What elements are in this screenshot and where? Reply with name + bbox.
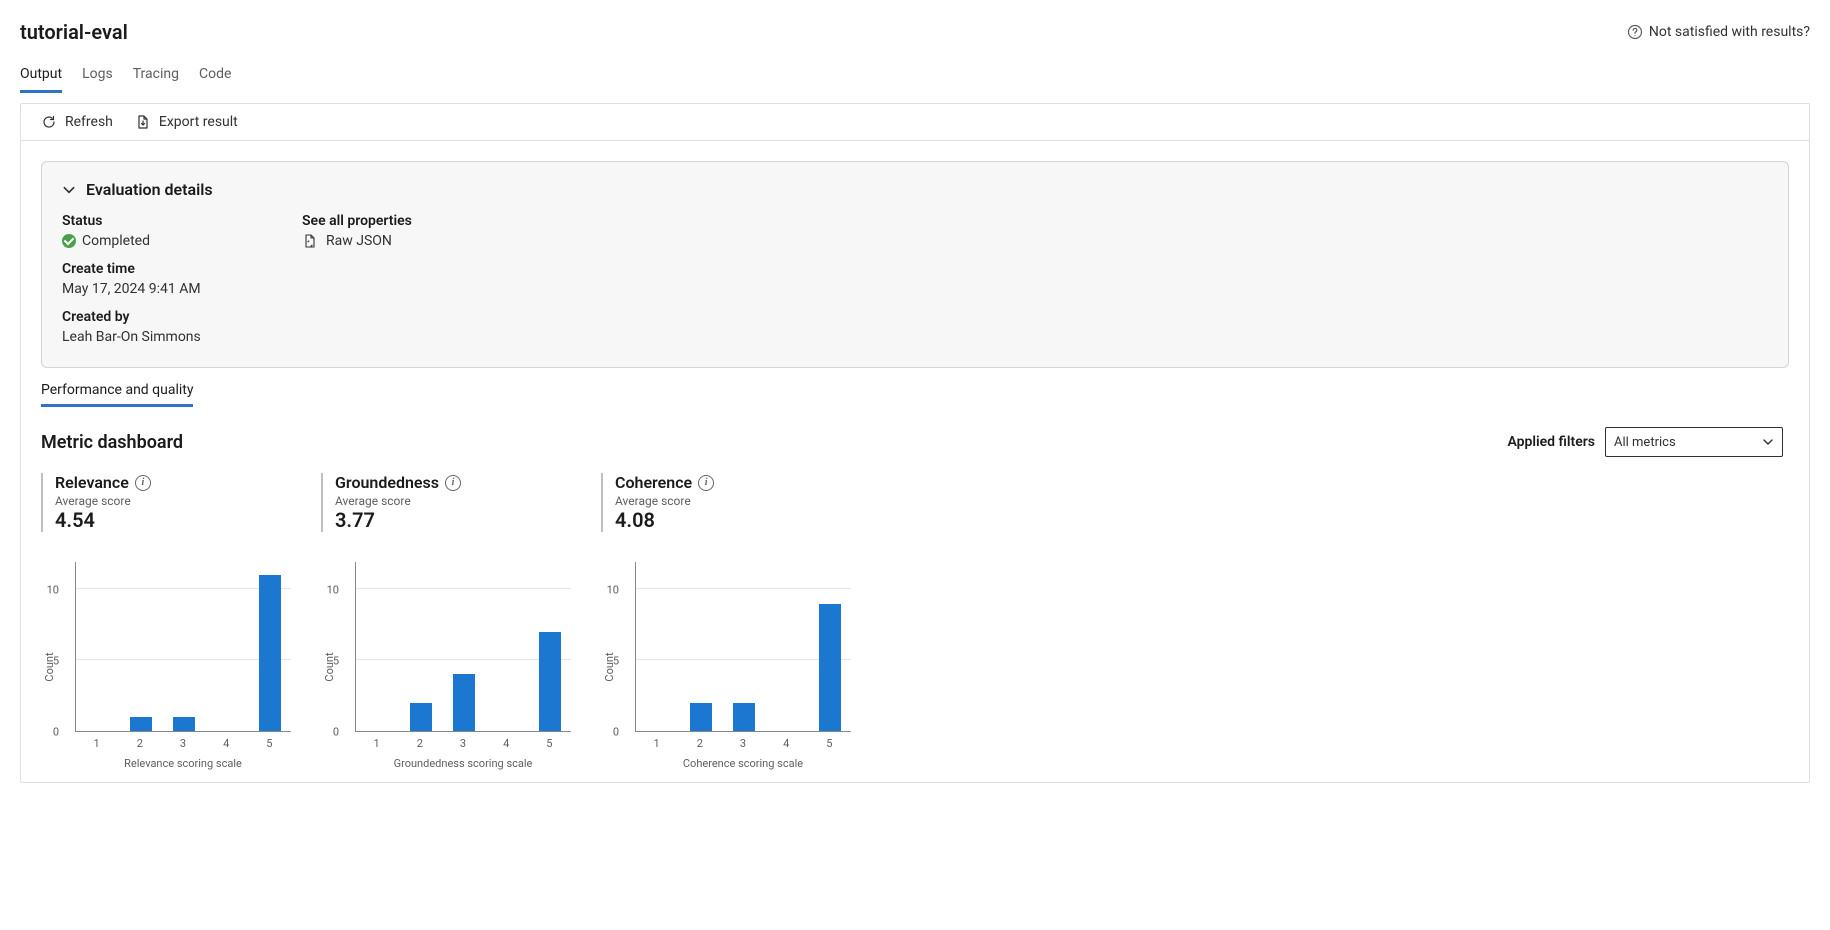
x-tick: 1 — [646, 737, 668, 750]
status-label: Status — [62, 213, 232, 229]
refresh-icon — [41, 114, 57, 130]
metric-avg-label-groundedness: Average score — [335, 494, 571, 508]
x-axis-label: Coherence scoring scale — [635, 757, 851, 770]
feedback-link[interactable]: Not satisfied with results? — [1627, 24, 1810, 40]
bar — [173, 717, 195, 731]
x-tick: 5 — [818, 737, 840, 750]
status-value: Completed — [82, 233, 150, 249]
metric-avg-value-relevance: 4.54 — [55, 508, 291, 532]
y-tick: 0 — [333, 726, 339, 739]
metrics-row: RelevanceAverage score4.54Count051012345… — [41, 473, 1789, 782]
created-by-label: Created by — [62, 309, 232, 325]
refresh-label: Refresh — [65, 114, 113, 130]
x-tick: 3 — [732, 737, 754, 750]
feedback-label: Not satisfied with results? — [1649, 24, 1810, 40]
metric-title-groundedness: Groundedness — [335, 473, 439, 492]
x-tick: 1 — [86, 737, 108, 750]
x-tick: 3 — [452, 737, 474, 750]
x-tick: 5 — [258, 737, 280, 750]
y-tick: 10 — [47, 584, 59, 597]
bar — [130, 717, 152, 731]
tab-output[interactable]: Output — [20, 62, 62, 93]
y-tick: 5 — [333, 655, 339, 668]
y-tick: 5 — [53, 655, 59, 668]
metrics-filter-select[interactable]: All metrics — [1605, 427, 1783, 457]
bar — [690, 703, 712, 731]
y-tick: 5 — [613, 655, 619, 668]
refresh-button[interactable]: Refresh — [41, 110, 113, 134]
export-icon — [135, 114, 151, 130]
bar — [733, 703, 755, 731]
evaluation-details-title: Evaluation details — [86, 180, 213, 199]
metric-avg-label-relevance: Average score — [55, 494, 291, 508]
chart-coherence: Count051012345Coherence scoring scale — [601, 562, 851, 772]
y-tick: 10 — [607, 584, 619, 597]
chart-relevance: Count051012345Relevance scoring scale — [41, 562, 291, 772]
x-tick: 5 — [538, 737, 560, 750]
create-time-label: Create time — [62, 261, 232, 277]
raw-json-link[interactable]: Raw JSON — [302, 233, 472, 249]
metrics-filter-value: All metrics — [1614, 435, 1676, 450]
tab-logs[interactable]: Logs — [82, 62, 113, 93]
x-tick: 4 — [775, 737, 797, 750]
tab-tracing[interactable]: Tracing — [133, 62, 179, 93]
page-title: tutorial-eval — [20, 20, 128, 44]
x-tick: 4 — [495, 737, 517, 750]
x-axis-label: Groundedness scoring scale — [355, 757, 571, 770]
bar — [453, 674, 475, 731]
created-by-value: Leah Bar-On Simmons — [62, 329, 232, 345]
chart-groundedness: Count051012345Groundedness scoring scale — [321, 562, 571, 772]
chevron-down-icon — [62, 183, 76, 197]
toolbar: Refresh Export result — [21, 104, 1809, 141]
raw-json-label: Raw JSON — [326, 233, 392, 249]
metric-title-relevance: Relevance — [55, 473, 129, 492]
bar — [259, 575, 281, 731]
x-tick: 2 — [409, 737, 431, 750]
y-tick: 0 — [613, 726, 619, 739]
properties-label: See all properties — [302, 213, 472, 229]
metric-card-relevance: RelevanceAverage score4.54Count051012345… — [41, 473, 291, 772]
export-button[interactable]: Export result — [135, 110, 238, 134]
chevron-down-icon — [1762, 436, 1774, 448]
metric-title-coherence: Coherence — [615, 473, 692, 492]
applied-filters-label: Applied filters — [1507, 434, 1595, 450]
metric-avg-label-coherence: Average score — [615, 494, 851, 508]
metric-avg-value-groundedness: 3.77 — [335, 508, 571, 532]
tab-bar: Output Logs Tracing Code — [20, 62, 1810, 93]
bar — [410, 703, 432, 731]
export-label: Export result — [159, 114, 238, 130]
metric-dashboard-title: Metric dashboard — [41, 432, 183, 453]
x-tick: 4 — [215, 737, 237, 750]
x-tick: 3 — [172, 737, 194, 750]
evaluation-details-toggle[interactable]: Evaluation details — [62, 180, 1768, 199]
help-icon — [1627, 24, 1643, 40]
metric-card-groundedness: GroundednessAverage score3.77Count051012… — [321, 473, 571, 772]
subtab-performance-quality[interactable]: Performance and quality — [41, 382, 193, 407]
y-tick: 0 — [53, 726, 59, 739]
info-icon[interactable] — [135, 475, 151, 491]
metric-avg-value-coherence: 4.08 — [615, 508, 851, 532]
check-circle-icon — [62, 234, 76, 248]
file-json-icon — [302, 233, 318, 249]
tab-code[interactable]: Code — [199, 62, 231, 93]
x-tick: 2 — [689, 737, 711, 750]
create-time-value: May 17, 2024 9:41 AM — [62, 281, 232, 297]
metric-card-coherence: CoherenceAverage score4.08Count051012345… — [601, 473, 851, 772]
x-tick: 1 — [366, 737, 388, 750]
info-icon[interactable] — [445, 475, 461, 491]
x-axis-label: Relevance scoring scale — [75, 757, 291, 770]
x-tick: 2 — [129, 737, 151, 750]
bar — [819, 604, 841, 732]
bar — [539, 632, 561, 731]
info-icon[interactable] — [698, 475, 714, 491]
evaluation-details-card: Evaluation details Status Completed Crea… — [41, 161, 1789, 368]
y-tick: 10 — [327, 584, 339, 597]
